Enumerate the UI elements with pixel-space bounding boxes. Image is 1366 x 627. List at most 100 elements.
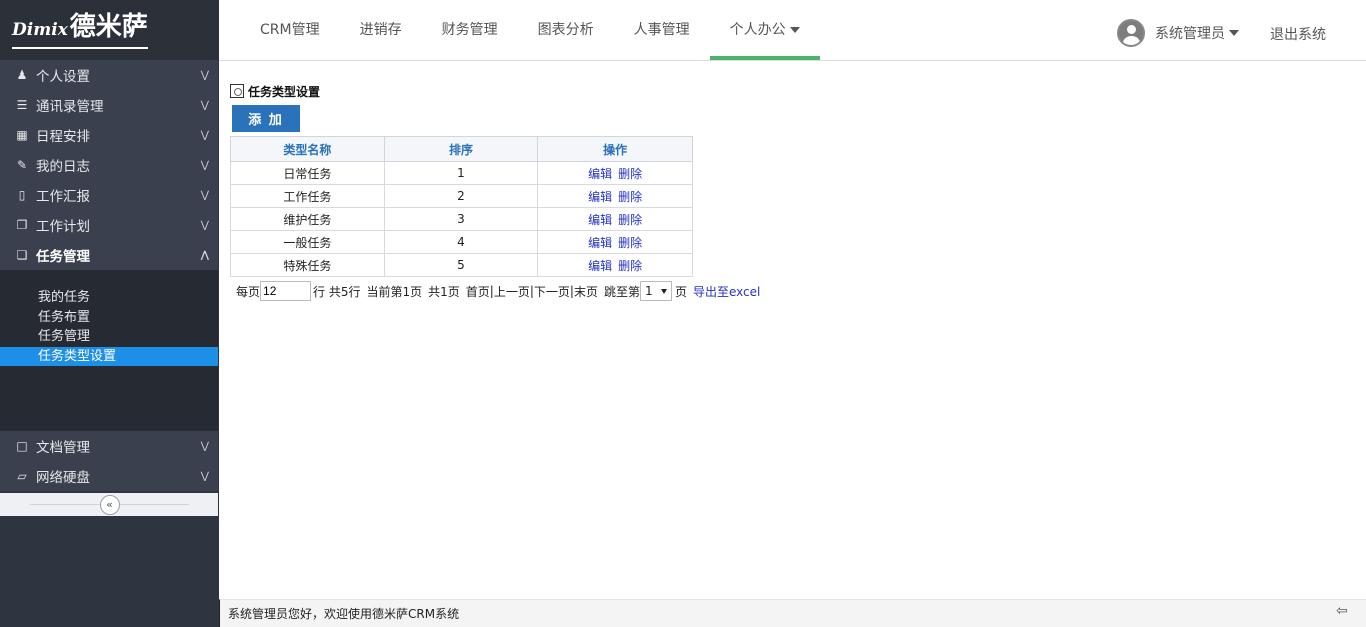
task-type-table: 类型名称 排序 操作 日常任务 1 编辑 删除 工作任务 2 编辑 删除 维护任务 … [230,136,693,277]
last-page-link[interactable]: 末页 [574,283,598,300]
nav-item-crm[interactable]: CRM管理 [240,0,340,60]
chevron-down-icon: ⋁ [200,129,209,141]
logout-link[interactable]: 退出系统 [1270,24,1326,44]
calendar-icon: ▦ [16,128,28,142]
nav-item-personal-office[interactable]: 个人办公 [709,0,820,60]
double-chevron-left-icon: « [106,498,113,511]
per-page-input[interactable] [260,281,312,301]
sidebar-item-network-drive[interactable]: ▱ 网络硬盘 ⋁ [0,461,219,491]
edit-link[interactable]: 编辑 [588,190,612,204]
export-excel-link[interactable]: 导出至excel [693,283,760,300]
next-page-link[interactable]: 下一页 [534,283,570,300]
welcome-text: 系统管理员您好，欢迎使用德米萨CRM系统 [228,607,460,621]
task-submenu: 我的任务 任务布置 任务管理 任务类型设置 [0,270,219,431]
first-page-link[interactable]: 首页 [466,283,490,300]
page-title: 任务类型设置 [230,82,760,100]
delete-link[interactable]: 删除 [618,190,642,204]
jump-page-select[interactable]: 1 [639,281,672,301]
edit-link[interactable]: 编辑 [588,259,612,273]
logo-text: Dimix德米萨 [12,12,148,49]
chevron-down-icon: ⋁ [200,470,209,482]
add-button[interactable]: 添 加 [232,105,300,132]
total-pages-label: 共1页 [428,284,460,299]
delete-link[interactable]: 删除 [618,213,642,227]
prev-page-link[interactable]: 上一页 [494,283,530,300]
collapse-sidebar-button[interactable]: « [99,494,120,515]
cell-actions: 编辑 删除 [537,230,693,254]
jump-page-value: 1 [645,284,653,298]
sidebar-item-label: 文档管理 [36,440,90,456]
cell-order: 4 [383,230,539,254]
submenu-item-task-manage[interactable]: 任务管理 [0,327,219,347]
cell-actions: 编辑 删除 [537,207,693,231]
table-header-row: 类型名称 排序 操作 [230,136,693,162]
document-icon [230,84,244,98]
sidebar-menu-bottom: □ 文档管理 ⋁ ▱ 网络硬盘 ⋁ [0,431,219,491]
dropdown-arrow-icon [660,288,667,294]
main-nav: CRM管理 进销存 财务管理 图表分析 人事管理 个人办公 [240,0,820,60]
nav-item-inventory[interactable]: 进销存 [340,0,422,60]
cell-type-name: 一般任务 [230,230,385,254]
submenu-item-task-type-settings[interactable]: 任务类型设置 [0,346,219,366]
sidebar-item-label: 任务管理 [36,249,90,265]
pagination: 每页 行 共5行 当前第1页 共1页 首页|上一页|下一页|末页 跳至第 1 页… [230,281,760,301]
sidebar-item-personal-settings[interactable]: ♟ 个人设置 ⋁ [0,60,219,90]
main-content: 任务类型设置 添 加 类型名称 排序 操作 日常任务 1 编辑 删除 工作任务 2… [230,82,760,301]
sidebar-item-documents[interactable]: □ 文档管理 ⋁ [0,431,219,461]
sidebar-item-task-management[interactable]: ❏ 任务管理 ⋀ [0,240,219,270]
chevron-down-icon: ⋁ [200,219,209,231]
list-icon: ☰ [16,98,28,112]
cell-type-name: 工作任务 [230,184,385,208]
logo-cn: 德米萨 [69,11,148,42]
nav-item-finance[interactable]: 财务管理 [422,0,518,60]
cell-type-name: 日常任务 [230,161,385,185]
chevron-down-icon: ⋁ [200,440,209,452]
chevron-up-icon: ⋀ [200,249,209,261]
chevron-down-icon: ⋁ [200,159,209,171]
per-page-label: 每页 [236,284,261,299]
sidebar-item-label: 网络硬盘 [36,470,90,486]
cell-actions: 编辑 删除 [537,253,693,277]
edit-link[interactable]: 编辑 [588,167,612,181]
user-menu[interactable]: 系统管理员 [1117,19,1239,47]
delete-link[interactable]: 删除 [618,236,642,250]
submenu-item-task-assign[interactable]: 任务布置 [0,308,219,328]
delete-link[interactable]: 删除 [618,167,642,181]
sidebar-item-contacts[interactable]: ☰ 通讯录管理 ⋁ [0,90,219,120]
edit-link[interactable]: 编辑 [588,236,612,250]
chevron-down-icon: ⋁ [200,189,209,201]
sidebar-item-label: 我的日志 [36,159,90,175]
sidebar-item-schedule[interactable]: ▦ 日程安排 ⋁ [0,120,219,150]
cell-actions: 编辑 删除 [537,161,693,185]
file-icon: ▯ [18,188,26,202]
chevron-down-icon: ⋁ [200,69,209,81]
current-page-label: 当前第1页 [366,284,423,299]
cell-order: 5 [383,253,539,277]
nav-item-charts[interactable]: 图表分析 [518,0,614,60]
back-arrow-icon[interactable]: ⇦ [1336,603,1358,621]
rows-total-label: 行 共5行 [313,284,361,299]
edit-link[interactable]: 编辑 [588,213,612,227]
user-name: 系统管理员 [1155,26,1225,42]
nav-item-hr[interactable]: 人事管理 [614,0,710,60]
pencil-icon: ✎ [16,158,28,172]
cell-order: 3 [383,207,539,231]
sidebar-item-label: 通讯录管理 [36,99,104,115]
cell-type-name: 维护任务 [230,207,385,231]
sidebar: Dimix德米萨 ♟ 个人设置 ⋁ ☰ 通讯录管理 ⋁ ▦ 日程安排 ⋁ ✎ 我… [0,0,219,627]
sidebar-item-work-report[interactable]: ▯ 工作汇报 ⋁ [0,180,219,210]
sidebar-collapse-bar: « [0,493,219,516]
chevron-down-icon: ⋁ [200,99,209,111]
table-row: 特殊任务 5 编辑 删除 [230,253,693,277]
sidebar-item-work-plan[interactable]: ❐ 工作计划 ⋁ [0,210,219,240]
delete-link[interactable]: 删除 [618,259,642,273]
submenu-item-my-tasks[interactable]: 我的任务 [0,288,219,308]
divider [218,61,219,627]
sidebar-item-my-log[interactable]: ✎ 我的日志 ⋁ [0,150,219,180]
column-header-actions: 操作 [537,136,693,162]
cell-actions: 编辑 删除 [537,184,693,208]
logo[interactable]: Dimix德米萨 [0,0,219,60]
avatar [1117,19,1145,47]
sidebar-item-label: 工作计划 [36,219,90,235]
caret-down-icon [1229,30,1239,36]
